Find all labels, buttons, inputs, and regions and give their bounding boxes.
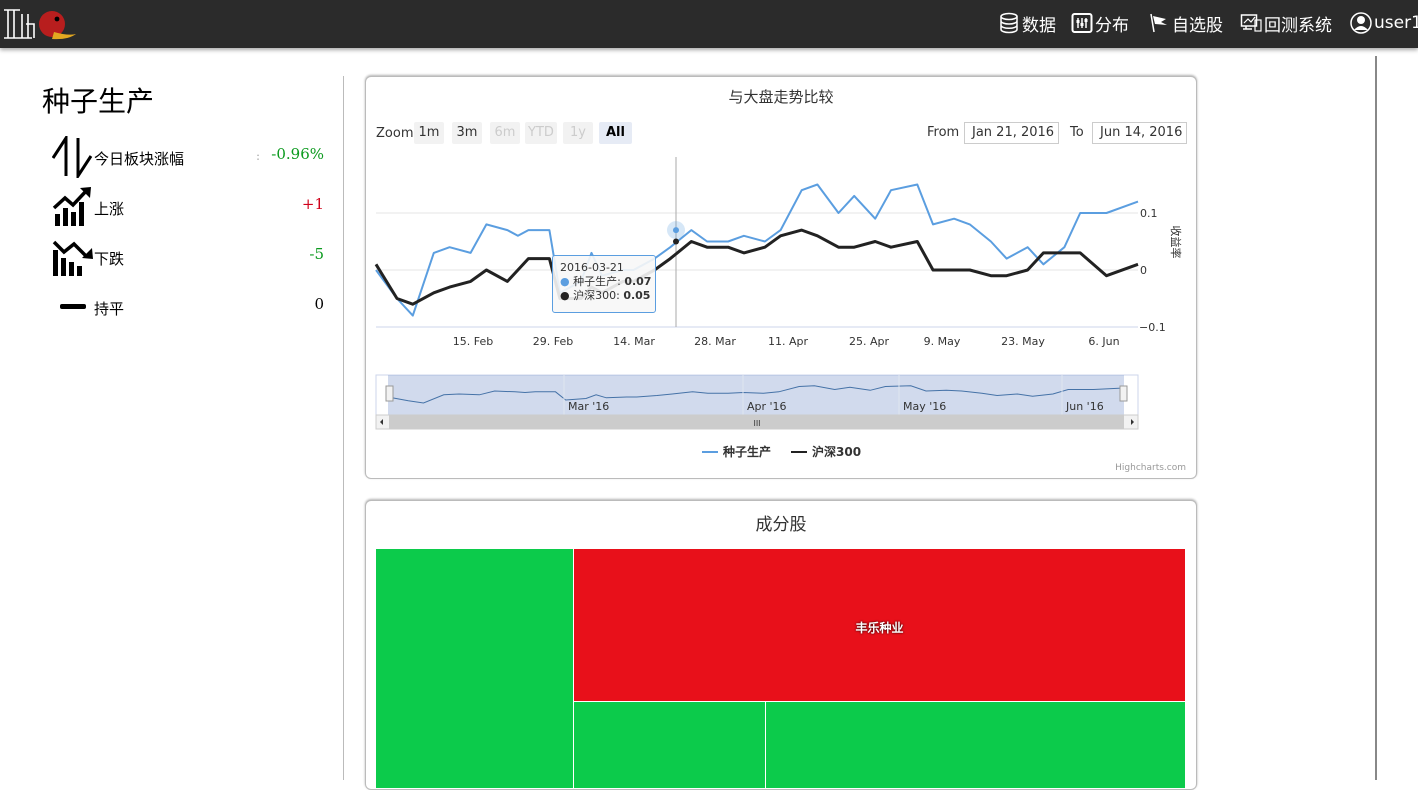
x-tick-label: 9. May (924, 335, 961, 348)
falling-chart-icon (52, 240, 93, 276)
tooltip-series-name: 种子生产 (573, 275, 618, 288)
stat-rising: 上涨 +1 (52, 186, 324, 228)
duck-logo[interactable] (2, 4, 78, 44)
comparison-chart-panel: 与大盘走势比较 Zoom 1m 3m 6m YTD 1y All From Ja… (365, 76, 1197, 479)
y-axis-title: 收益率 (1169, 226, 1183, 259)
treemap-area: 丰乐种业 (376, 549, 1186, 789)
navigator-label: Mar '16 (568, 400, 609, 413)
y-tick-label: −0.1 (1139, 321, 1166, 334)
x-tick-label: 6. Jun (1088, 335, 1119, 348)
x-tick-label: 29. Feb (533, 335, 573, 348)
stat-falling: 下跌 -5 (52, 236, 324, 278)
x-tick-label: 15. Feb (453, 335, 493, 348)
nav-watchlist[interactable]: 自选股 (1148, 8, 1223, 38)
database-icon (1000, 12, 1018, 34)
highcharts-credits[interactable]: Highcharts.com (1115, 463, 1186, 473)
monitor-icon (1240, 14, 1262, 32)
nav-data[interactable]: 数据 (998, 8, 1056, 38)
stat-label: 今日板块涨幅 (94, 150, 185, 168)
top-navbar: 数据 分布 自选股 回测系统 user1 (0, 0, 1418, 48)
components-treemap-panel: 成分股 丰乐种业 (365, 500, 1197, 790)
stat-label: 持平 (94, 300, 125, 318)
right-divider (1375, 56, 1377, 780)
distribution-icon (1071, 13, 1093, 33)
chart-tooltip: 2016-03-21 ● 种子生产: 0.07 ● 沪深300: 0.05 (552, 255, 656, 313)
nav-backtest[interactable]: 回测系统 (1240, 8, 1332, 38)
treemap-title: 成分股 (755, 515, 807, 535)
navigator-left-handle[interactable] (385, 385, 394, 402)
legend-item[interactable]: 沪深300 (812, 444, 861, 459)
stat-value: 0 (314, 295, 324, 313)
navigator-label: Jun '16 (1065, 400, 1104, 413)
stat-label: 下跌 (94, 250, 125, 268)
x-tick-label: 11. Apr (768, 335, 808, 348)
navigator-label: Apr '16 (747, 400, 787, 413)
user-icon (1350, 12, 1372, 34)
tooltip-row: ● 种子生产: 0.07 (560, 275, 652, 288)
scrollbar-grip: III (753, 419, 760, 428)
treemap-cell-fengle[interactable]: 丰乐种业 (574, 549, 1186, 702)
nav-label: 自选股 (1172, 15, 1223, 36)
tooltip-date: 2016-03-21 (560, 261, 624, 274)
flat-line-icon (60, 304, 86, 309)
stat-flat: 持平 0 (52, 286, 324, 328)
tooltip-series-value: 0.07 (624, 275, 652, 288)
nav-user[interactable]: user1 (1350, 8, 1418, 38)
x-tick-label: 14. Mar (613, 335, 655, 348)
treemap-cell[interactable] (574, 702, 766, 789)
treemap-cell-label: 丰乐种业 (855, 621, 904, 635)
y-tick-label: 0.1 (1140, 207, 1158, 220)
treemap-cell[interactable] (376, 549, 574, 789)
stat-value: -0.96% (271, 145, 324, 163)
x-tick-label: 23. May (1001, 335, 1045, 348)
panel-divider (343, 76, 344, 780)
nav-label: 分布 (1095, 15, 1129, 36)
tooltip-series-value: 0.05 (623, 289, 651, 302)
stat-label: 上涨 (94, 200, 125, 218)
rising-chart-icon (52, 187, 91, 226)
sector-title: 种子生产 (42, 85, 155, 118)
nav-label: 回测系统 (1264, 15, 1332, 36)
stat-daily-change: 今日板块涨幅 : -0.96% (52, 136, 324, 178)
stat-value: +1 (301, 195, 324, 213)
hover-marker-sector (673, 227, 679, 234)
tooltip-series-name: 沪深300 (573, 289, 617, 302)
treemap-cell[interactable] (766, 702, 1186, 789)
up-down-arrows-icon (52, 136, 93, 178)
stat-separator: : (256, 149, 261, 163)
series-line-hs300[interactable] (374, 228, 1139, 306)
flag-icon (1150, 13, 1167, 33)
tooltip-row: ● 沪深300: 0.05 (560, 289, 651, 302)
navigator-label: May '16 (903, 400, 946, 413)
y-tick-label: 0 (1140, 264, 1147, 277)
hover-marker-hs300 (673, 238, 679, 245)
x-tick-label: 28. Mar (694, 335, 736, 348)
stat-value: -5 (309, 245, 324, 263)
nav-label: 数据 (1022, 15, 1056, 36)
x-tick-label: 25. Apr (849, 335, 889, 348)
comparison-line-chart[interactable]: 15. Feb 29. Feb 14. Mar 28. Mar 11. Apr 25. A… (366, 77, 1196, 477)
nav-label: user1 (1374, 13, 1418, 33)
navigator-right-handle[interactable] (1119, 385, 1128, 402)
nav-distribution[interactable]: 分布 (1071, 8, 1129, 38)
legend-item[interactable]: 种子生产 (722, 444, 771, 459)
